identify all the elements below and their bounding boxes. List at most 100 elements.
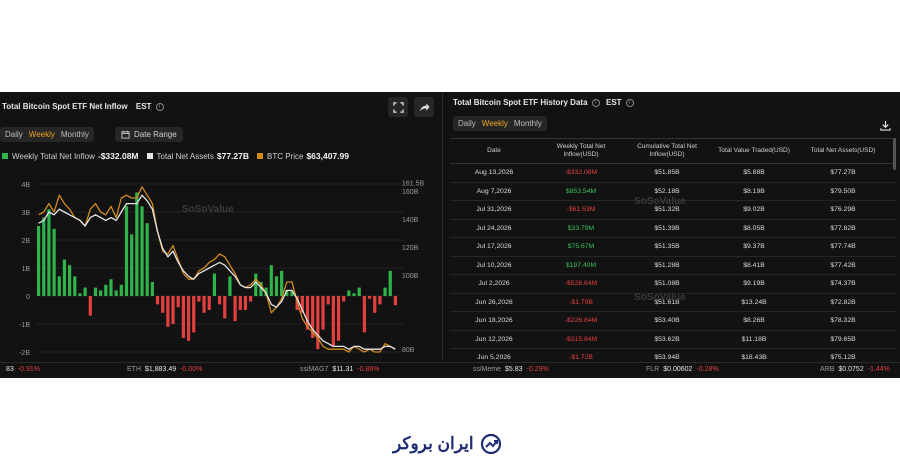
price-ticker: 83 -0.91% ETH $1,883.49 -0.00% ssiMAG7 $11.3… [0, 362, 900, 378]
inflow-bar [357, 287, 361, 296]
ticker-item[interactable]: ETH $1,883.49 -0.00% [127, 366, 202, 373]
legend-value: -$332.08M [97, 151, 139, 161]
table-scrollbar[interactable] [893, 138, 896, 170]
ticker-item[interactable]: FLR $0.00602 -0.28% [646, 366, 719, 373]
ticker-item[interactable]: ssiMeme $5.83 -0.29% [473, 366, 549, 373]
table-cell: $53.62B [654, 335, 680, 343]
table-cell: $51.28B [654, 261, 680, 269]
table-row[interactable]: Aug 13,2026 -$332.08M $51.85B $5.88B $77.27B [450, 164, 896, 183]
table-row[interactable]: Jul 17,2026 $75.67M $51.35B $9.37B $77.74B [450, 238, 896, 257]
inflow-bar [243, 296, 248, 310]
inflow-bar [393, 296, 398, 306]
timezone-label: EST [606, 98, 622, 107]
expand-icon [392, 101, 404, 113]
table-cell: $13.24B [741, 298, 767, 306]
info-icon[interactable]: i [155, 102, 164, 111]
legend-label: Total Net Assets [156, 151, 214, 161]
inflow-bar [83, 287, 87, 296]
legend-net-assets[interactable]: Total Net Assets $77.27B [146, 151, 249, 161]
inflow-bar [347, 290, 351, 296]
legend-btc-price[interactable]: BTC Price $63,407.99 [257, 151, 349, 161]
date-range-button[interactable]: Date Range [115, 127, 183, 142]
inflow-bar [166, 296, 170, 327]
table-cell: $74.37B [830, 280, 856, 288]
column-header[interactable]: Date [450, 139, 538, 163]
tab-monthly[interactable]: Monthly [511, 116, 545, 131]
tab-monthly[interactable]: Monthly [58, 127, 92, 142]
table-body: Aug 13,2026 -$332.08M $51.85B $5.88B $77.27B… [450, 164, 896, 360]
ticker-name: FLR [646, 366, 660, 373]
table-cell: $76.29B [830, 206, 856, 214]
right-interval-tabs: Daily Weekly Monthly [453, 116, 547, 131]
timezone-label: EST [135, 102, 152, 111]
table-cell: -$332.08M [564, 169, 598, 177]
table-cell: $79.50B [830, 187, 856, 195]
table-cell: $51.35B [654, 243, 680, 251]
table-cell: $77.74B [830, 243, 856, 251]
column-header[interactable]: Total Net Assets(USD) [798, 139, 888, 163]
table-cell: $51.08B [654, 280, 680, 288]
inflow-bar [161, 296, 165, 313]
inflow-bar [316, 296, 320, 350]
ticker-price: 83 [6, 366, 14, 373]
table-row[interactable]: Jun 18,2026 -$226.84M $53.40B $8.26B $78.32B [450, 312, 896, 331]
table-cell: $33.79M [567, 224, 595, 232]
table-cell: $9.19B [743, 280, 765, 288]
y-right-tick-label: 80B [402, 347, 415, 354]
table-row[interactable]: Jun 12,2026 -$315.84M $53.62B $11.18B $79.65… [450, 331, 896, 349]
tab-weekly[interactable]: Weekly [479, 116, 511, 131]
inflow-bar [378, 296, 382, 305]
legend-swatch [146, 153, 153, 159]
panel-title-text: Total Bitcoin Spot ETF Net Inflow [2, 102, 128, 111]
table-row[interactable]: Jun 5,2026 -$1.72B $53.94B $18.43B $75.12B [450, 349, 896, 360]
column-header[interactable]: Cumulative Total Net Inflow(USD) [624, 139, 710, 163]
ticker-item[interactable]: ssiMAG7 $11.31 -0.86% [300, 366, 379, 373]
column-header[interactable]: Total Value Traded(USD) [710, 139, 798, 163]
inflow-bar [362, 296, 366, 333]
share-arrow-icon [419, 102, 430, 111]
legend-swatch [257, 153, 263, 159]
inflow-bar [233, 296, 237, 322]
inflow-bar [93, 287, 98, 296]
info-icon[interactable]: i [625, 98, 634, 107]
legend-net-inflow[interactable]: Weekly Total Net Inflow -$332.08M [0, 151, 139, 161]
info-icon[interactable]: i [591, 98, 600, 107]
table-cell: $8.41B [743, 261, 765, 269]
inflow-bar [68, 265, 72, 296]
tab-daily[interactable]: Daily [2, 127, 26, 142]
ticker-item[interactable]: ARB $0.0752 -1.44% [820, 366, 890, 373]
table-row[interactable]: Jul 2,2026 -$526.64M $51.08B $9.19B $74.37B [450, 275, 896, 294]
table-row[interactable]: Jul 24,2026 $33.79M $51.39B $8.05B $77.82B [450, 220, 896, 238]
table-cell: $53.94B [654, 354, 680, 360]
share-icon[interactable] [414, 97, 434, 117]
table-cell: Jun 26,2026 [475, 298, 513, 306]
inflow-bar [388, 270, 392, 296]
inflow-bar [331, 296, 335, 347]
ticker-name: ARB [820, 366, 835, 373]
ticker-item[interactable]: 83 -0.91% [2, 366, 40, 373]
table-cell: -$61.53M [566, 206, 596, 214]
inflow-bar [42, 217, 46, 296]
date-range-label: Date Range [134, 130, 177, 139]
legend-label: BTC Price [267, 151, 304, 161]
inflow-bar [207, 296, 211, 310]
table-cell: -$526.64M [564, 280, 598, 288]
download-icon[interactable] [880, 118, 891, 136]
inflow-bar [114, 290, 118, 296]
inflow-bar [124, 206, 129, 296]
tab-daily[interactable]: Daily [455, 116, 479, 131]
inflow-bar [342, 296, 346, 302]
table-row[interactable]: Jul 10,2026 $197.40M $51.28B $8.41B $77.42B [450, 257, 896, 275]
chart-legend: Weekly Total Net Inflow -$332.08M Total N… [0, 150, 357, 162]
table-cell: $51.32B [654, 206, 680, 214]
table-cell: $79.65B [830, 335, 856, 343]
y-right-tick-label: 120B [402, 245, 419, 252]
inflow-bar [135, 192, 139, 296]
column-header[interactable]: Weekly Total Net Inflow(USD) [538, 139, 624, 163]
tab-weekly[interactable]: Weekly [26, 127, 58, 142]
fullscreen-icon[interactable] [388, 97, 408, 117]
watermark: SoSoValue [634, 196, 686, 207]
table-cell: $197.40M [565, 261, 597, 269]
inflow-bar [130, 234, 134, 296]
inflow-bar [274, 276, 279, 296]
